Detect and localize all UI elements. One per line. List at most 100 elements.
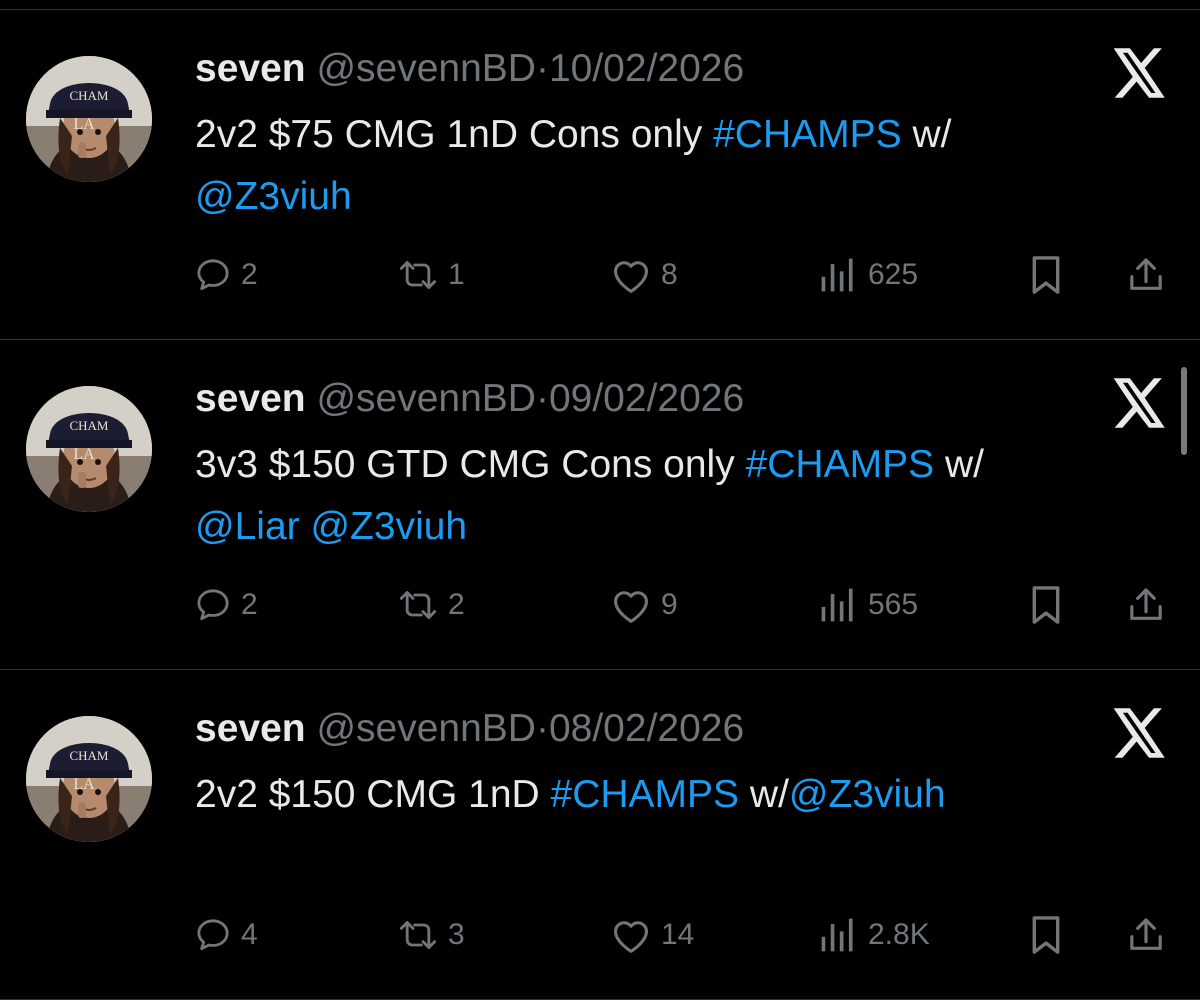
avatar[interactable]: CHAM LA bbox=[26, 56, 152, 182]
text-segment bbox=[300, 505, 311, 548]
share-button[interactable] bbox=[1126, 250, 1166, 300]
svg-text:CHAM: CHAM bbox=[69, 88, 108, 103]
post-date[interactable]: 09/02/2026 bbox=[549, 377, 744, 420]
reply-bubble-icon bbox=[193, 915, 233, 955]
text-segment: w/ bbox=[934, 443, 984, 486]
bookmark-icon bbox=[1028, 913, 1064, 957]
tweet-header: seven @sevennBD·10/02/2026 bbox=[195, 46, 744, 92]
heart-icon bbox=[609, 585, 653, 625]
reply-bubble-icon bbox=[193, 255, 233, 295]
handle[interactable]: @sevennBD bbox=[316, 47, 536, 90]
replies-count: 2 bbox=[241, 588, 258, 621]
replies-count: 2 bbox=[241, 258, 258, 291]
tweet-text: 3v3 $150 GTD CMG Cons only #CHAMPS w/ @Li… bbox=[195, 434, 1170, 558]
post-date[interactable]: 08/02/2026 bbox=[549, 707, 744, 750]
share-upload-icon bbox=[1126, 584, 1166, 626]
separator-dot: · bbox=[535, 707, 549, 750]
svg-text:LA: LA bbox=[73, 446, 95, 463]
reply-button[interactable]: 4 bbox=[193, 910, 258, 960]
action-bar: 4 3 14 2.8K bbox=[0, 910, 1200, 960]
handle[interactable]: @sevennBD bbox=[316, 707, 536, 750]
tweet[interactable]: CHAM LA seven @sevennBD·10/02/2026 2v2 $75 … bbox=[0, 10, 1200, 340]
likes-count: 8 bbox=[661, 258, 678, 291]
repost-button[interactable]: 1 bbox=[396, 250, 465, 300]
reply-button[interactable]: 2 bbox=[193, 580, 258, 630]
text-segment: 3v3 $150 GTD CMG Cons only bbox=[195, 443, 746, 486]
action-bar: 2 1 8 625 bbox=[0, 250, 1200, 300]
views-bar-chart-icon bbox=[816, 915, 860, 955]
heart-icon bbox=[609, 915, 653, 955]
x-logo-icon[interactable] bbox=[1113, 378, 1167, 428]
views-button[interactable]: 2.8K bbox=[816, 910, 930, 960]
hashtag-link[interactable]: #CHAMPS bbox=[746, 443, 935, 486]
share-button[interactable] bbox=[1126, 580, 1166, 630]
post-date[interactable]: 10/02/2026 bbox=[549, 47, 744, 90]
bookmark-button[interactable] bbox=[1028, 580, 1064, 630]
views-count: 625 bbox=[868, 258, 919, 291]
repost-arrows-icon bbox=[396, 915, 440, 955]
views-button[interactable]: 625 bbox=[816, 250, 918, 300]
separator-dot: · bbox=[535, 377, 549, 420]
mention-link[interactable]: @Z3viuh bbox=[310, 505, 467, 548]
action-bar: 2 2 9 565 bbox=[0, 580, 1200, 630]
likes-count: 14 bbox=[661, 918, 695, 951]
repost-arrows-icon bbox=[396, 255, 440, 295]
x-logo-icon[interactable] bbox=[1113, 708, 1167, 758]
avatar[interactable]: CHAM LA bbox=[26, 386, 152, 512]
display-name[interactable]: seven bbox=[195, 377, 306, 420]
tweet-feed: CHAM LA seven @sevennBD·10/02/2026 2v2 $75 … bbox=[0, 0, 1200, 1000]
views-bar-chart-icon bbox=[816, 255, 860, 295]
repost-arrows-icon bbox=[396, 585, 440, 625]
text-segment: 2v2 $150 CMG 1nD bbox=[195, 773, 551, 816]
tweet-text: 2v2 $75 CMG 1nD Cons only #CHAMPS w/ @Z3v… bbox=[195, 104, 1170, 228]
reposts-count: 1 bbox=[448, 258, 465, 291]
tweet-header: seven @sevennBD·08/02/2026 bbox=[195, 706, 744, 752]
display-name[interactable]: seven bbox=[195, 47, 306, 90]
share-upload-icon bbox=[1126, 914, 1166, 956]
share-button[interactable] bbox=[1126, 910, 1166, 960]
repost-button[interactable]: 3 bbox=[396, 910, 465, 960]
share-upload-icon bbox=[1126, 254, 1166, 296]
views-button[interactable]: 565 bbox=[816, 580, 918, 630]
svg-text:CHAM: CHAM bbox=[69, 418, 108, 433]
scrollbar[interactable] bbox=[1181, 367, 1187, 455]
reposts-count: 3 bbox=[448, 918, 465, 951]
bookmark-button[interactable] bbox=[1028, 250, 1064, 300]
reposts-count: 2 bbox=[448, 588, 465, 621]
bookmark-icon bbox=[1028, 253, 1064, 297]
mention-link[interactable]: @Z3viuh bbox=[789, 773, 946, 816]
like-button[interactable]: 8 bbox=[609, 250, 678, 300]
x-logo-icon[interactable] bbox=[1113, 48, 1167, 98]
heart-icon bbox=[609, 255, 653, 295]
separator-dot: · bbox=[535, 47, 549, 90]
views-bar-chart-icon bbox=[816, 585, 860, 625]
bookmark-icon bbox=[1028, 583, 1064, 627]
bookmark-button[interactable] bbox=[1028, 910, 1064, 960]
views-count: 565 bbox=[868, 588, 919, 621]
svg-text:LA: LA bbox=[73, 776, 95, 793]
handle[interactable]: @sevennBD bbox=[316, 377, 536, 420]
hashtag-link[interactable]: #CHAMPS bbox=[713, 113, 902, 156]
replies-count: 4 bbox=[241, 918, 258, 951]
text-segment: 2v2 $75 CMG 1nD Cons only bbox=[195, 113, 714, 156]
mention-link[interactable]: @Z3viuh bbox=[195, 175, 352, 218]
tweet[interactable]: CHAM LA seven @sevennBD·09/02/2026 3v3 $150… bbox=[0, 340, 1200, 670]
hashtag-link[interactable]: #CHAMPS bbox=[551, 773, 740, 816]
like-button[interactable]: 14 bbox=[609, 910, 694, 960]
text-segment: w/ bbox=[739, 773, 789, 816]
avatar[interactable]: CHAM LA bbox=[26, 716, 152, 842]
svg-text:CHAM: CHAM bbox=[69, 748, 108, 763]
display-name[interactable]: seven bbox=[195, 707, 306, 750]
views-count: 2.8K bbox=[868, 918, 930, 951]
reply-bubble-icon bbox=[193, 585, 233, 625]
tweet-text: 2v2 $150 CMG 1nD #CHAMPS w/@Z3viuh bbox=[195, 764, 1170, 826]
repost-button[interactable]: 2 bbox=[396, 580, 465, 630]
tweet[interactable]: CHAM LA seven @sevennBD·08/02/2026 2v2 $150… bbox=[0, 670, 1200, 1000]
likes-count: 9 bbox=[661, 588, 678, 621]
tweet-header: seven @sevennBD·09/02/2026 bbox=[195, 376, 744, 422]
like-button[interactable]: 9 bbox=[609, 580, 678, 630]
text-segment: w/ bbox=[901, 113, 952, 156]
reply-button[interactable]: 2 bbox=[193, 250, 258, 300]
mention-link[interactable]: @Liar bbox=[195, 505, 300, 548]
svg-text:LA: LA bbox=[73, 116, 95, 133]
